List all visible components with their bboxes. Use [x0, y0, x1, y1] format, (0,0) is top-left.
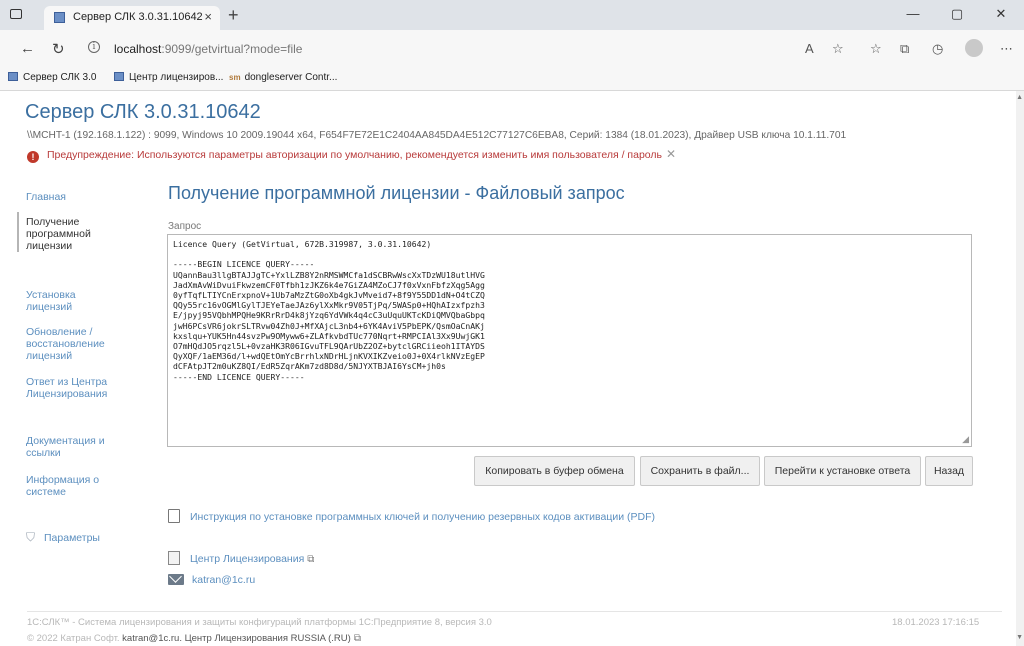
collections-icon[interactable]: ⧉	[900, 41, 909, 57]
email-link-row: katran@1c.ru	[168, 574, 255, 586]
browser-tab[interactable]: Сервер СЛК 3.0.31.10642 ×	[44, 6, 220, 30]
pdf-icon	[168, 509, 180, 523]
footer-timestamp: 18.01.2023 17:16:15	[892, 617, 980, 628]
browser-toolbar: ← ↻ i localhost:9099/getvirtual?mode=fil…	[0, 30, 1024, 68]
footer-copyright: © 2022 Катран Софт. katran@1c.ru. Центр …	[27, 633, 361, 644]
bookmarks-bar: Сервер СЛК 3.0 Центр лицензиров... sm don…	[0, 68, 1024, 91]
bookmark-item[interactable]: Центр лицензиров...	[114, 72, 223, 83]
resize-grip-icon[interactable]: ◢	[962, 434, 969, 445]
sidebar-item-update[interactable]: Обновление / восстановление лицензий	[26, 326, 126, 362]
favorites-icon[interactable]: ☆	[870, 41, 882, 57]
history-icon[interactable]: ◷	[932, 41, 943, 57]
warning-text: Предупреждение: Используются параметры а…	[47, 149, 662, 161]
page-scrollbar[interactable]	[1016, 91, 1024, 646]
address-bar[interactable]: i localhost:9099/getvirtual?mode=file	[80, 35, 845, 63]
footer-center-link[interactable]: Центр Лицензирования RUSSIA (.RU)	[185, 633, 351, 644]
sidebar-item-sysinfo[interactable]: Информация о системе	[26, 474, 111, 498]
instruction-link-row: Инструкция по установке программных ключ…	[168, 509, 655, 523]
save-to-file-button[interactable]: Сохранить в файл...	[640, 456, 760, 486]
instruction-link[interactable]: Инструкция по установке программных ключ…	[190, 511, 655, 523]
request-label: Запрос	[168, 221, 202, 232]
sidebar-active-indicator	[17, 212, 19, 252]
minimize-button[interactable]: —	[898, 6, 928, 21]
tab-actions-icon[interactable]	[10, 9, 22, 19]
goto-install-button[interactable]: Перейти к установке ответа	[764, 456, 921, 486]
page-title: Сервер СЛК 3.0.31.10642	[25, 101, 261, 123]
bookmark-item[interactable]: sm dongleserver Contr...	[229, 72, 337, 83]
footer-email-link[interactable]: katran@1c.ru	[122, 633, 179, 644]
request-textarea[interactable]: Licence Query (GetVirtual, 672B.319987, …	[167, 234, 972, 447]
server-info: \\MCHT-1 (192.168.1.122) : 9099, Windows…	[27, 130, 847, 141]
shield-gear-icon: ⛉	[26, 530, 36, 544]
tab-favicon	[54, 12, 65, 23]
tab-title: Сервер СЛК 3.0.31.10642	[73, 11, 203, 23]
close-window-button[interactable]: ✕	[986, 6, 1016, 22]
sidebar-item-get-license[interactable]: Получение программной лицензии	[26, 216, 121, 252]
footer-divider	[27, 611, 1002, 612]
tab-close-icon[interactable]: ×	[204, 9, 212, 24]
favorite-star-icon[interactable]: ☆	[832, 41, 844, 57]
license-center-link-row: Центр Лицензирования ⧉	[168, 551, 314, 565]
sidebar-item-docs[interactable]: Документация и ссылки	[26, 435, 126, 459]
back-arrow-icon[interactable]: ←	[20, 40, 35, 57]
warning-close-icon[interactable]: ✕	[666, 147, 676, 161]
warning-banner: ! Предупреждение: Используются параметры …	[27, 147, 676, 163]
document-icon	[168, 551, 180, 565]
footer-product-text: 1С:СЛК™ - Система лицензирования и защит…	[27, 617, 492, 628]
email-link[interactable]: katran@1c.ru	[192, 574, 255, 586]
bookmark-page-icon	[114, 72, 124, 81]
section-title: Получение программной лицензии - Файловы…	[168, 183, 625, 203]
scroll-up-icon[interactable]: ▲	[1016, 94, 1023, 101]
license-center-link[interactable]: Центр Лицензирования	[190, 553, 304, 565]
new-tab-button[interactable]: +	[228, 5, 239, 26]
sidebar-item-settings[interactable]: Параметры	[44, 532, 100, 544]
read-aloud-icon[interactable]: A	[805, 41, 814, 56]
profile-avatar[interactable]	[965, 39, 983, 57]
external-link-icon[interactable]: ⧉	[307, 554, 314, 565]
url-text[interactable]: localhost:9099/getvirtual?mode=file	[114, 42, 302, 56]
more-menu-icon[interactable]: ⋯	[1000, 41, 1013, 57]
sidebar-item-response[interactable]: Ответ из Центра Лицензирования	[26, 376, 121, 400]
request-text[interactable]: Licence Query (GetVirtual, 672B.319987, …	[173, 239, 485, 382]
sidebar-item-home[interactable]: Главная	[26, 191, 136, 203]
copy-to-clipboard-button[interactable]: Копировать в буфер обмена	[474, 456, 635, 486]
dongle-icon: sm	[229, 73, 241, 82]
scroll-down-icon[interactable]: ▼	[1016, 634, 1023, 641]
warning-icon: !	[27, 151, 39, 163]
copyright-text: © 2022 Катран Софт.	[27, 633, 120, 644]
sidebar-item-install[interactable]: Установка лицензий	[26, 289, 106, 313]
refresh-icon[interactable]: ↻	[52, 40, 65, 58]
browser-titlebar: Сервер СЛК 3.0.31.10642 × + — ▢ ✕	[0, 0, 1024, 30]
mail-icon	[168, 574, 184, 585]
back-button[interactable]: Назад	[925, 456, 973, 486]
site-info-icon[interactable]: i	[88, 41, 100, 53]
maximize-button[interactable]: ▢	[942, 6, 972, 22]
bookmark-item[interactable]: Сервер СЛК 3.0	[8, 72, 96, 83]
external-link-icon[interactable]: ⧉	[354, 633, 361, 644]
bookmark-page-icon	[8, 72, 18, 81]
